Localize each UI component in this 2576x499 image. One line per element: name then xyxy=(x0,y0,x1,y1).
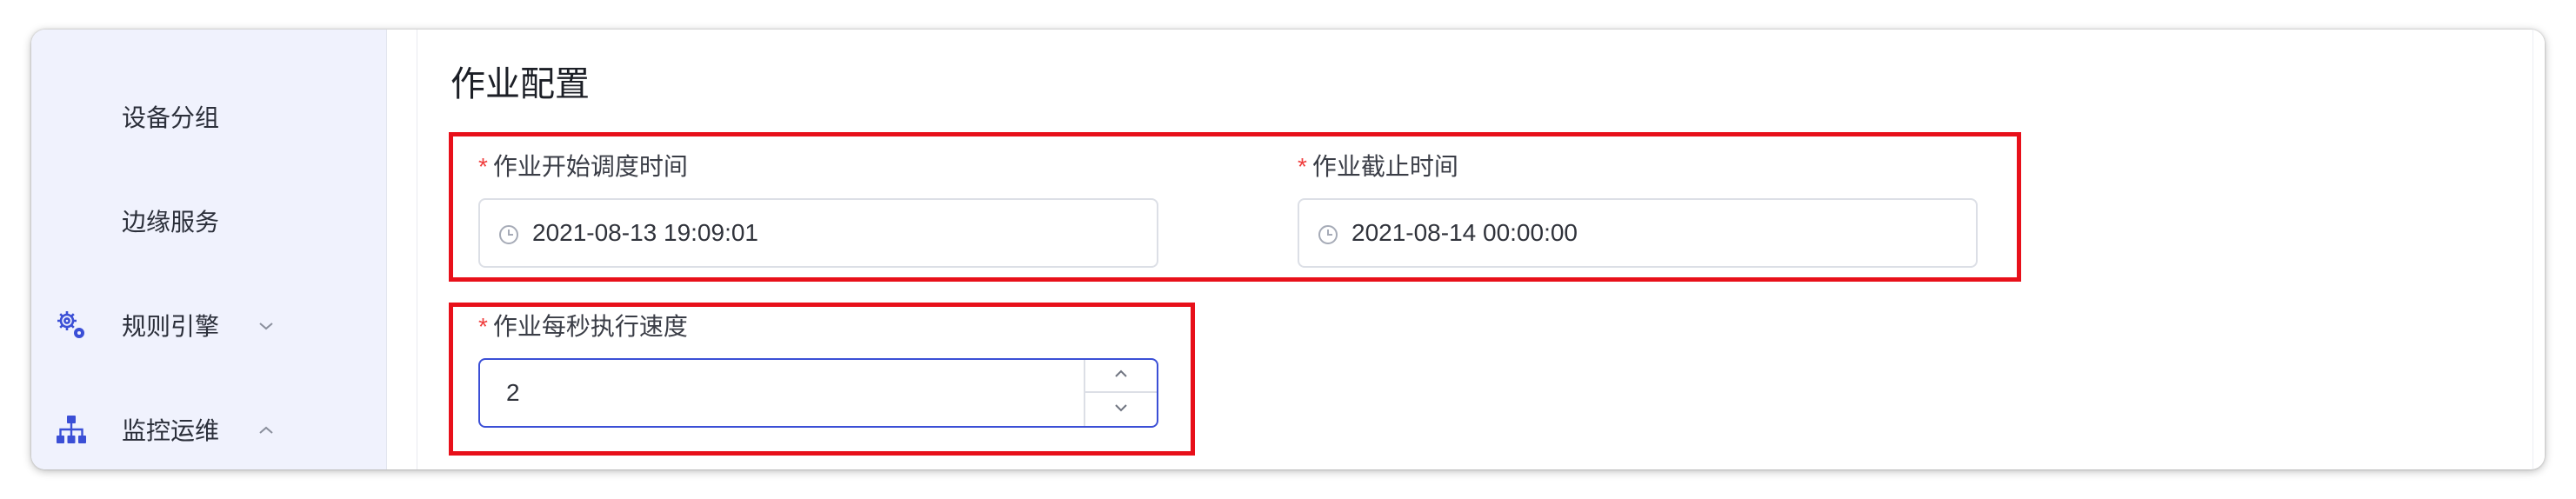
clock-icon xyxy=(1317,223,1339,246)
app-window: 设备分组 边缘服务 规则引擎 监控运维 作业配置 * 作业开始调度时间 2021… xyxy=(31,30,2545,469)
start-time-label: * 作业开始调度时间 xyxy=(478,148,688,183)
sidebar-item-rule-engine[interactable]: 规则引擎 xyxy=(31,299,386,351)
sidebar-item-label: 边缘服务 xyxy=(122,209,220,236)
clock-icon xyxy=(497,223,520,246)
gears-icon xyxy=(54,308,89,343)
speed-number-input[interactable]: 2 xyxy=(478,358,1158,428)
required-mark: * xyxy=(478,153,488,180)
chevron-down-icon xyxy=(1111,396,1131,423)
end-time-value: 2021-08-14 00:00:00 xyxy=(1351,219,1578,246)
main-content: 作业配置 * 作业开始调度时间 2021-08-13 19:09:01 * 作业截止… xyxy=(417,30,2545,469)
end-time-label-text: 作业截止时间 xyxy=(1311,153,1458,180)
required-mark: * xyxy=(1298,153,1307,180)
sidebar-item-label: 监控运维 xyxy=(122,417,220,444)
speed-value: 2 xyxy=(506,379,520,406)
page-title: 作业配置 xyxy=(450,65,590,103)
speed-label-text: 作业每秒执行速度 xyxy=(492,313,688,340)
start-time-input[interactable]: 2021-08-13 19:09:01 xyxy=(478,198,1158,268)
scrollbar-track[interactable] xyxy=(2533,30,2545,469)
sidebar-divider xyxy=(386,30,417,469)
start-time-label-text: 作业开始调度时间 xyxy=(492,153,688,180)
chevron-up-icon xyxy=(1111,362,1131,389)
chevron-down-icon xyxy=(256,315,277,336)
chevron-up-icon xyxy=(256,419,277,440)
decrement-button[interactable] xyxy=(1085,393,1157,426)
sidebar-item-edge-service[interactable]: 边缘服务 xyxy=(31,195,386,247)
end-time-input[interactable]: 2021-08-14 00:00:00 xyxy=(1298,198,1978,268)
speed-label: * 作业每秒执行速度 xyxy=(478,308,688,343)
sidebar-item-device-group[interactable]: 设备分组 xyxy=(31,90,386,143)
sidebar-item-label: 设备分组 xyxy=(122,104,220,131)
sidebar-item-label: 规则引擎 xyxy=(122,313,220,340)
end-time-label: * 作业截止时间 xyxy=(1298,148,1458,183)
sidebar-item-monitoring[interactable]: 监控运维 xyxy=(31,403,386,456)
quantity-stepper xyxy=(1084,360,1157,426)
required-mark: * xyxy=(478,313,488,340)
increment-button[interactable] xyxy=(1085,360,1157,393)
sidebar: 设备分组 边缘服务 规则引擎 监控运维 xyxy=(31,30,386,469)
start-time-value: 2021-08-13 19:09:01 xyxy=(532,219,758,246)
sitemap-icon xyxy=(54,412,89,447)
